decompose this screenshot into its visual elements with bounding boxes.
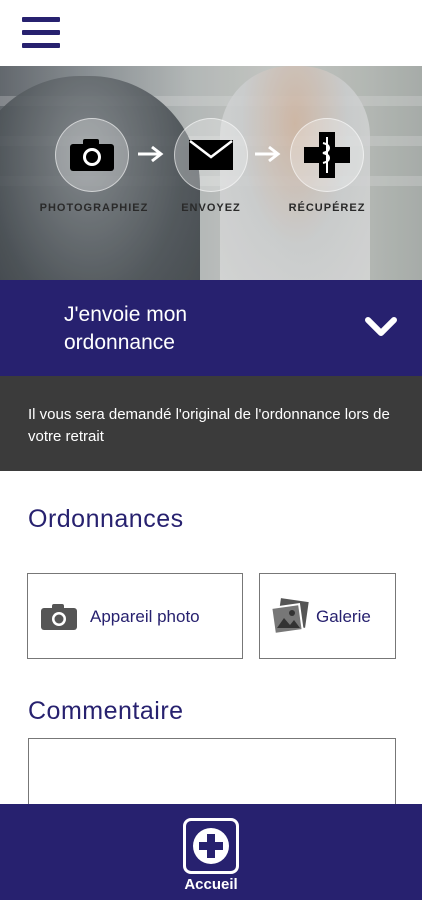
chevron-down-icon[interactable] <box>364 316 398 338</box>
camera-icon <box>41 604 77 630</box>
top-bar <box>0 0 422 66</box>
pharmacy-cross-icon <box>304 132 350 178</box>
step-send <box>174 118 248 192</box>
home-label[interactable]: Accueil <box>0 876 422 893</box>
prescriptions-title: Ordonnances <box>28 505 184 533</box>
plus-circle-icon <box>193 828 229 864</box>
notice-text: Il vous sera demandé l'original de l'ord… <box>28 406 390 445</box>
comment-title: Commentaire <box>28 697 184 725</box>
bottom-nav-bar: Accueil <box>0 804 422 900</box>
banner-title: J'envoie mon ordonnance <box>64 303 188 354</box>
step-label-send: ENVOYEZ <box>181 202 241 214</box>
camera-button[interactable]: Appareil photo <box>27 573 243 659</box>
gallery-button-label: Galerie <box>316 607 371 626</box>
gallery-button[interactable]: Galerie <box>259 573 396 659</box>
camera-button-label: Appareil photo <box>90 607 200 626</box>
camera-icon <box>70 139 114 171</box>
notice-panel: Il vous sera demandé l'original de l'ord… <box>0 376 422 471</box>
arrow-right-icon <box>138 145 164 163</box>
step-label-photograph: PHOTOGRAPHIEZ <box>39 202 149 214</box>
home-button[interactable] <box>183 818 239 874</box>
hero-banner: PHOTOGRAPHIEZ ENVOYEZ RÉCUPÉREZ <box>0 66 422 280</box>
send-prescription-toggle[interactable]: J'envoie mon ordonnance <box>0 280 422 376</box>
gallery-icon <box>271 598 309 635</box>
step-collect <box>290 118 364 192</box>
step-photograph <box>55 118 129 192</box>
step-label-collect: RÉCUPÉREZ <box>288 202 366 214</box>
envelope-icon <box>189 140 233 170</box>
hamburger-menu-icon[interactable] <box>22 17 62 50</box>
arrow-right-icon <box>255 145 281 163</box>
